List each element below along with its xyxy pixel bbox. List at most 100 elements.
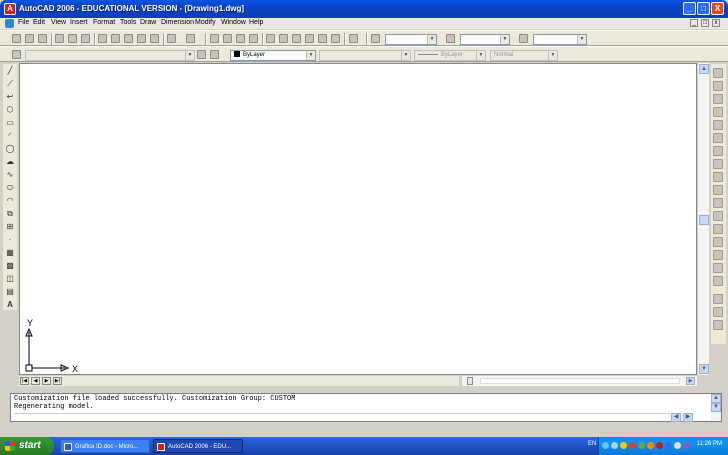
prev-tab-button[interactable]: ◀ (31, 377, 40, 385)
taskbar-item-word[interactable]: Grafica ID.doc - Micro... (60, 439, 150, 453)
pan-icon[interactable] (210, 34, 219, 43)
help-tray-icon[interactable] (602, 442, 609, 449)
network-tray-icon[interactable] (611, 442, 618, 449)
break-at-point-icon[interactable] (713, 211, 723, 221)
command-scroll-up-button[interactable]: ▲ (711, 394, 721, 403)
menu-dimension[interactable]: Dimension (161, 19, 194, 26)
command-input[interactable] (14, 413, 669, 421)
rotate-icon[interactable] (713, 146, 723, 156)
linetype-combo[interactable]: ▼ (319, 50, 411, 61)
horizontal-scrollbar[interactable]: ▶ (462, 376, 697, 386)
menu-tools[interactable]: Tools (120, 19, 136, 26)
layer-manager-icon[interactable] (12, 50, 21, 59)
menu-insert[interactable]: Insert (70, 19, 88, 26)
vertical-scrollbar[interactable]: ▲ ▼ (697, 63, 709, 375)
arc-icon[interactable]: ◜ (5, 131, 15, 141)
sync-tray-icon[interactable] (638, 442, 645, 449)
scroll-up-button[interactable]: ▲ (699, 64, 709, 74)
array-icon[interactable] (713, 120, 723, 130)
polygon-icon[interactable]: ⬡ (5, 105, 15, 115)
menu-window[interactable]: Window (221, 19, 246, 26)
menu-modify[interactable]: Modify (195, 19, 216, 26)
multiline-text-icon[interactable]: A (5, 300, 15, 310)
draw-order-icon[interactable] (713, 294, 723, 304)
scale-icon[interactable] (713, 159, 723, 169)
tool-palettes-icon[interactable] (292, 34, 301, 43)
design-center-icon[interactable] (279, 34, 288, 43)
bring-to-front-icon[interactable] (713, 307, 723, 317)
ellipse-icon[interactable]: ⬭ (5, 183, 15, 193)
point-icon[interactable]: · (5, 235, 15, 245)
offset-icon[interactable] (713, 107, 723, 117)
table-style-combo[interactable]: ▼ (533, 34, 587, 45)
minimize-button[interactable]: _ (683, 2, 696, 15)
command-scroll-down-button[interactable]: ▼ (711, 403, 721, 412)
new-icon[interactable] (12, 34, 21, 43)
messenger-tray-icon[interactable] (647, 442, 654, 449)
tab-split-handle[interactable] (467, 377, 473, 385)
copy-icon[interactable] (111, 34, 120, 43)
taskbar-item-autocad[interactable]: AutoCAD 2006 - EDU... (153, 439, 243, 453)
construction-line-icon[interactable]: ⟋ (5, 79, 15, 89)
plot-icon[interactable] (55, 34, 64, 43)
make-current-layer-icon[interactable] (197, 50, 206, 59)
menu-file[interactable]: File (18, 19, 29, 26)
menu-edit[interactable]: Edit (33, 19, 45, 26)
sheet-set-icon[interactable] (305, 34, 314, 43)
match-properties-icon[interactable] (137, 34, 146, 43)
scroll-down-button[interactable]: ▼ (699, 364, 709, 374)
join-icon[interactable] (713, 237, 723, 247)
hatch-icon[interactable]: ▦ (5, 248, 15, 258)
volume-tray-icon[interactable] (674, 442, 681, 449)
dimension-style-icon[interactable] (446, 34, 455, 43)
quickcalc-icon[interactable] (331, 34, 340, 43)
display-tray-icon[interactable] (683, 442, 690, 449)
close-button[interactable]: X (711, 2, 724, 15)
trim-icon[interactable] (713, 185, 723, 195)
horizontal-scroll-track[interactable] (480, 378, 680, 384)
last-tab-button[interactable]: ▶| (53, 377, 62, 385)
extend-icon[interactable] (713, 198, 723, 208)
break-icon[interactable] (713, 224, 723, 234)
copy-object-icon[interactable] (713, 81, 723, 91)
language-indicator[interactable]: EN (588, 441, 596, 447)
clock[interactable]: 11:26 PM (697, 441, 722, 447)
layer-previous-icon[interactable] (210, 50, 219, 59)
block-editor-icon[interactable] (150, 34, 159, 43)
plot-preview-icon[interactable] (68, 34, 77, 43)
fillet-icon[interactable] (713, 263, 723, 273)
plotstyle-combo[interactable]: Normal ▼ (490, 50, 558, 61)
maximize-button[interactable]: □ (697, 2, 710, 15)
save-icon[interactable] (38, 34, 47, 43)
command-scroll-left-button[interactable]: ◀ (671, 413, 681, 422)
menu-view[interactable]: View (51, 19, 66, 26)
explode-icon[interactable] (713, 276, 723, 286)
send-to-back-icon[interactable] (713, 320, 723, 330)
move-icon[interactable] (713, 133, 723, 143)
command-scroll-right-button[interactable]: ▶ (683, 413, 693, 422)
scroll-right-button[interactable]: ▶ (686, 377, 695, 385)
menu-format[interactable]: Format (93, 19, 115, 26)
doc-close-button[interactable]: x (712, 19, 720, 27)
doc-restore-button[interactable]: □ (701, 19, 709, 27)
next-tab-button[interactable]: ▶ (42, 377, 51, 385)
table-icon[interactable]: ▤ (5, 287, 15, 297)
help-icon[interactable] (349, 34, 358, 43)
cut-icon[interactable] (98, 34, 107, 43)
layer-combo[interactable]: ▼ (25, 50, 195, 61)
lineweight-combo[interactable]: ByLayer ▼ (414, 50, 486, 61)
chamfer-icon[interactable] (713, 250, 723, 260)
mirror-icon[interactable] (713, 94, 723, 104)
publish-icon[interactable] (81, 34, 90, 43)
properties-icon[interactable] (266, 34, 275, 43)
zoom-window-icon[interactable] (236, 34, 245, 43)
polyline-icon[interactable]: ↩ (5, 92, 15, 102)
open-icon[interactable] (25, 34, 34, 43)
first-tab-button[interactable]: |◀ (20, 377, 29, 385)
start-button[interactable]: start (0, 437, 54, 455)
redo-icon[interactable] (186, 34, 195, 43)
text-style-combo[interactable]: ▼ (385, 34, 437, 45)
make-block-icon[interactable]: ⊞ (5, 222, 15, 232)
color-combo[interactable]: ByLayer ▼ (230, 50, 316, 61)
line-icon[interactable]: ╱ (5, 66, 15, 76)
